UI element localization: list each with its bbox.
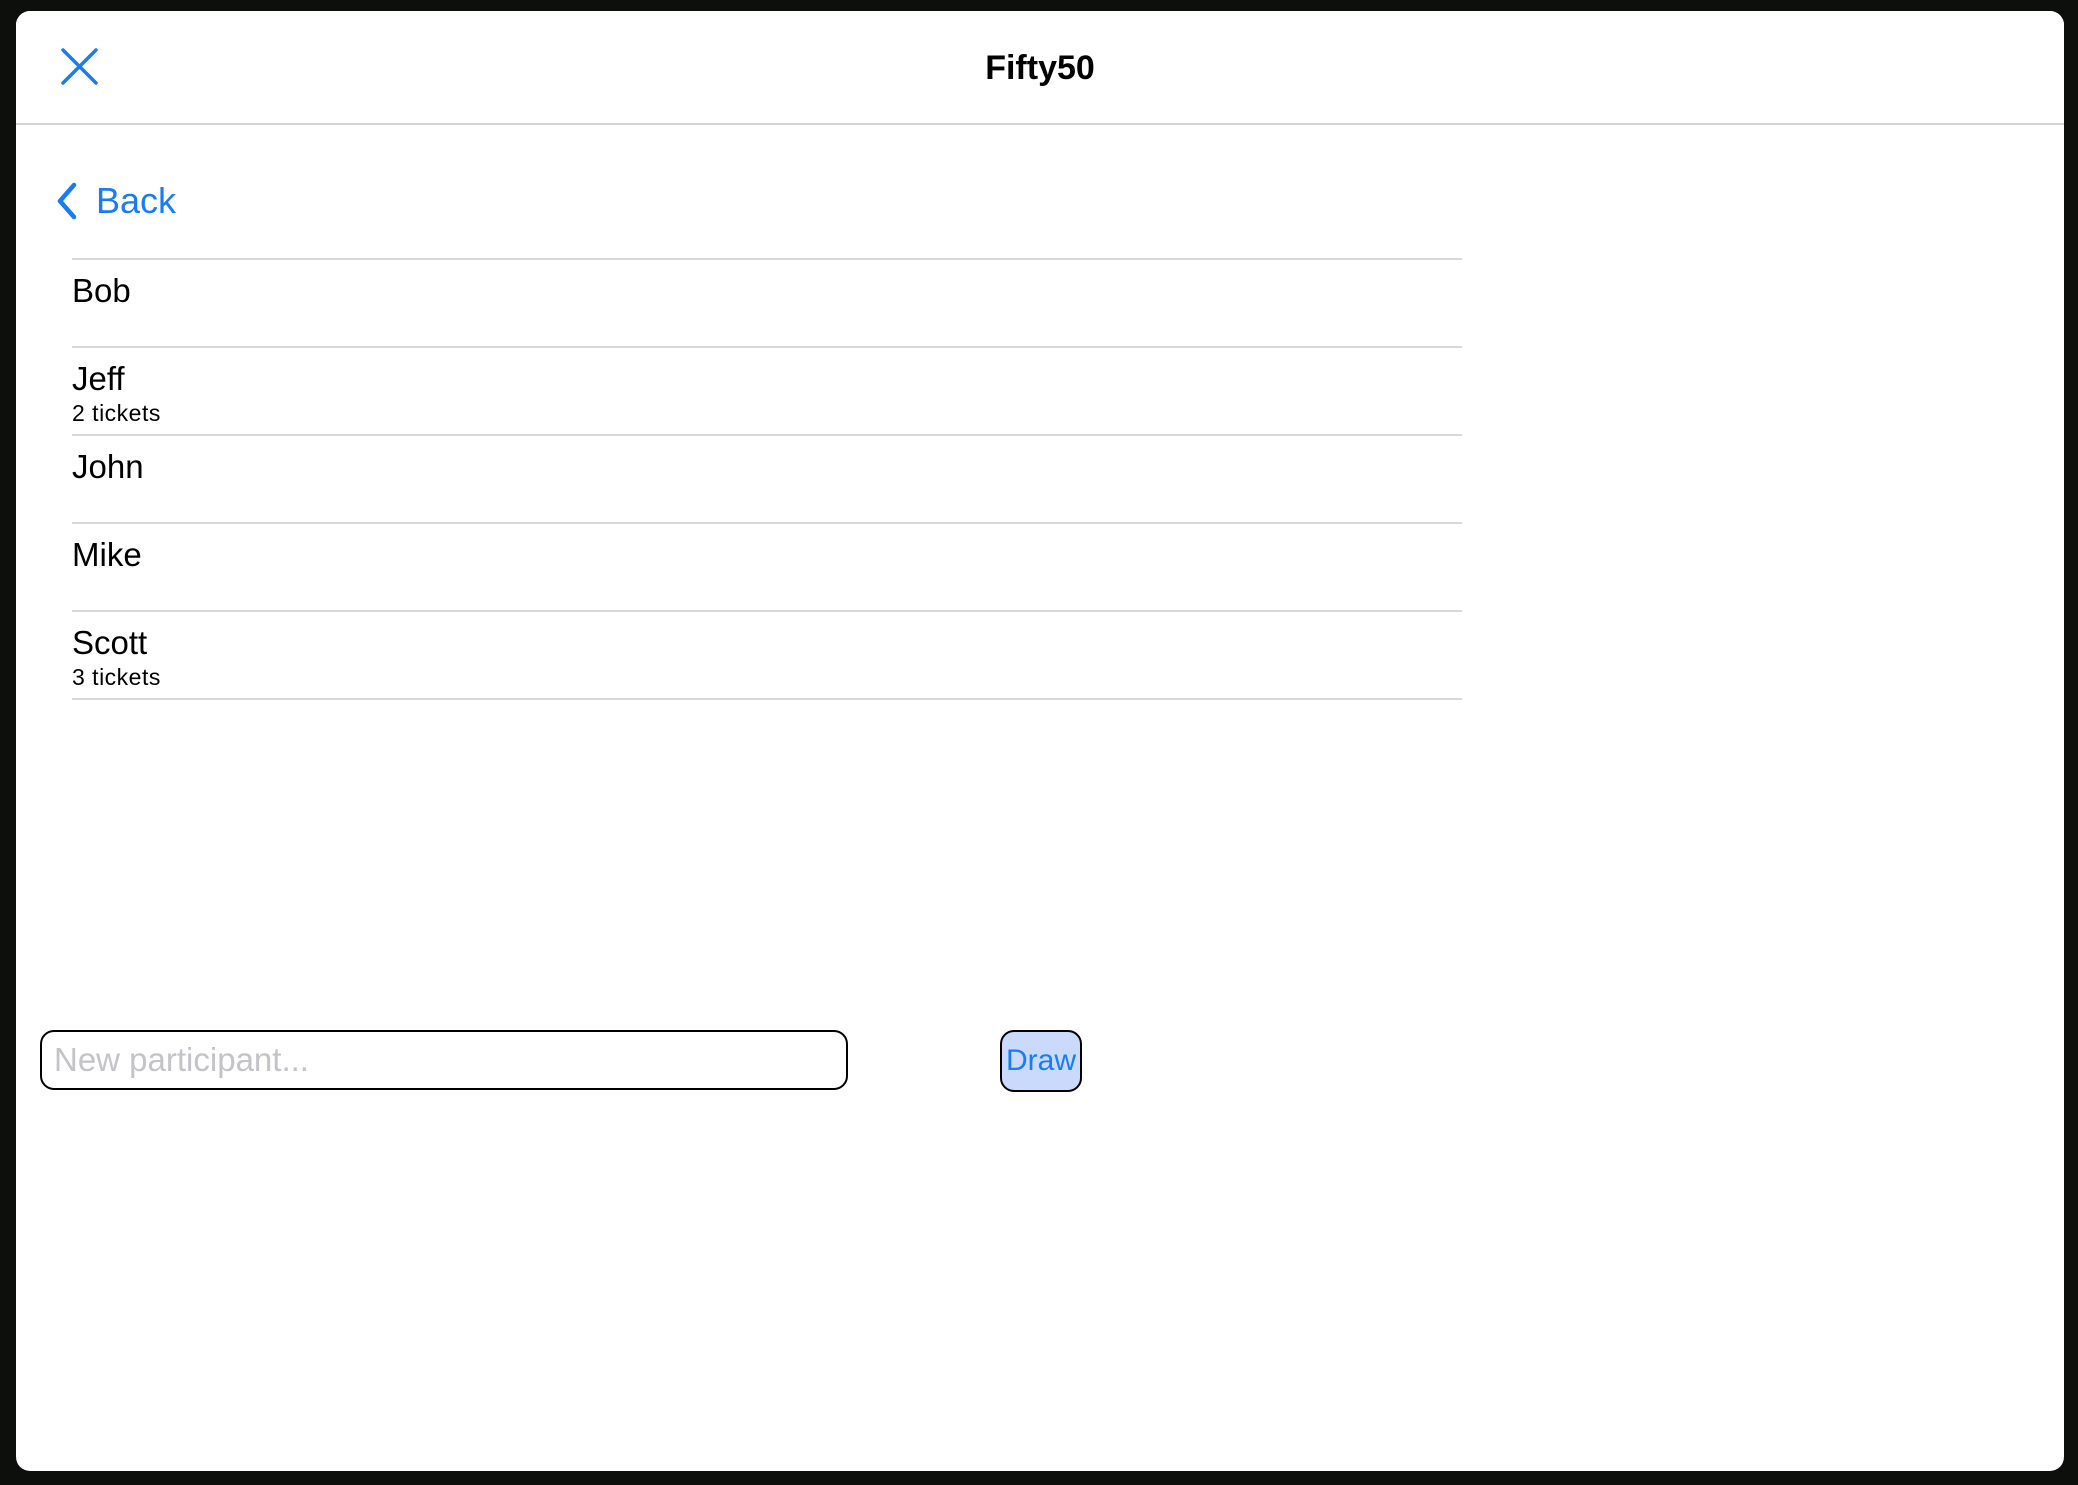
draw-button[interactable]: Draw — [1000, 1030, 1082, 1092]
participant-list: Bob Jeff 2 tickets John Mike Scott 3 tic… — [72, 258, 1462, 700]
list-item[interactable]: Bob — [72, 260, 1462, 348]
list-item[interactable]: Jeff 2 tickets — [72, 348, 1462, 436]
back-button[interactable]: Back — [52, 171, 176, 231]
new-participant-field-wrapper — [40, 1030, 848, 1090]
list-item[interactable]: John — [72, 436, 1462, 524]
page-title: Fifty50 — [985, 49, 1095, 87]
participant-name: Jeff — [72, 360, 125, 397]
background-window: Fifty50 Back Bob Jeff 2 tickets John Mik… — [0, 0, 2078, 1485]
participant-name: Scott — [72, 624, 148, 661]
chevron-left-icon — [57, 182, 77, 220]
modal-sheet: Fifty50 Back Bob Jeff 2 tickets John Mik… — [16, 11, 2064, 1471]
participant-name: Bob — [72, 272, 131, 309]
navigation-bar: Fifty50 — [16, 11, 2064, 125]
list-item[interactable]: Scott 3 tickets — [72, 612, 1462, 700]
list-item[interactable]: Mike — [72, 524, 1462, 612]
new-participant-input[interactable] — [54, 1032, 834, 1088]
ticket-count: 3 tickets — [72, 664, 161, 690]
back-label: Back — [96, 180, 177, 221]
ticket-count: 2 tickets — [72, 400, 161, 426]
participant-name: Mike — [72, 536, 142, 573]
participant-name: John — [72, 448, 144, 485]
